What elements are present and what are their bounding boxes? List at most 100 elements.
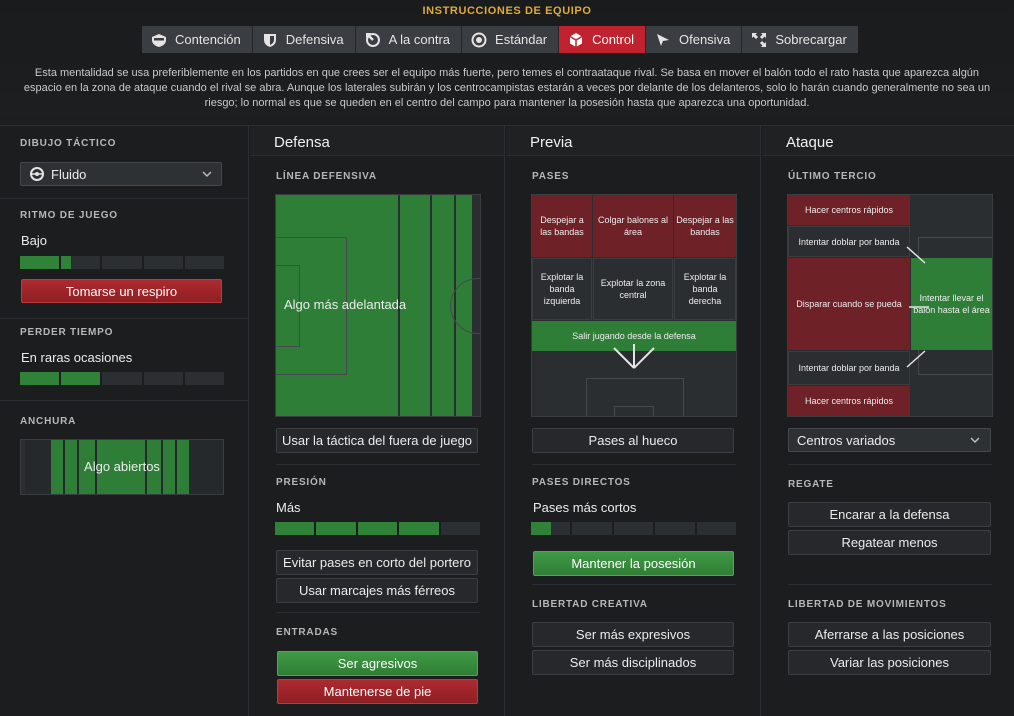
zone-explotar-izquierda[interactable]: Explotar la banda izquierda (532, 258, 592, 320)
zone-doblar-top[interactable]: Intentar doblar por banda (788, 226, 910, 257)
counter-icon (365, 32, 380, 47)
scale-segment (531, 522, 571, 535)
ultimo-tercio-pitch[interactable]: Hacer centros rápidos Intentar doblar po… (787, 194, 993, 417)
tab-label: Defensiva (285, 32, 344, 47)
zone-despejar-right[interactable]: Despejar a las bandas (674, 195, 736, 257)
arrows-out-icon (752, 32, 767, 47)
tab-label: A la contra (388, 32, 451, 47)
movimientos-label: LIBERTAD DE MOVIMIENTOS (788, 599, 947, 610)
presion-scale[interactable] (275, 522, 481, 535)
ser-expresivos-button[interactable]: Ser más expresivos (532, 622, 734, 647)
chevron-down-icon (202, 171, 212, 178)
divider (0, 198, 249, 199)
scale-segment (102, 372, 142, 385)
regatear-menos-button[interactable]: Regatear menos (788, 530, 991, 555)
scale-segment (61, 372, 101, 385)
directos-scale[interactable] (531, 522, 737, 535)
centros-value: Centros variados (797, 432, 896, 448)
previa-title: Previa (506, 126, 760, 156)
zone-despejar-left[interactable]: Despejar a las bandas (532, 195, 592, 257)
tab-label: Estándar (495, 32, 548, 47)
zone-doblar-bottom[interactable]: Intentar doblar por banda (788, 351, 910, 385)
cube-icon (569, 32, 583, 47)
scale-segment (20, 256, 60, 269)
divider (788, 584, 992, 585)
creativa-label: LIBERTAD CREATIVA (532, 599, 648, 610)
ritmo-scale[interactable] (20, 256, 225, 269)
scale-segment (572, 522, 612, 535)
mantener-posesion-button[interactable]: Mantener la posesión (533, 551, 734, 576)
entradas-label: ENTRADAS (276, 627, 338, 638)
tab-ofensiva[interactable]: Ofensiva (646, 26, 743, 53)
encarar-defensa-button[interactable]: Encarar a la defensa (788, 502, 991, 527)
zone-explotar-derecha[interactable]: Explotar la banda derecha (674, 258, 736, 320)
tab-contencion[interactable]: Contención (142, 26, 253, 53)
linea-value: Algo más adelantada (284, 297, 407, 312)
tab-defensiva[interactable]: Defensiva (252, 26, 356, 53)
centros-dropdown[interactable]: Centros variados (788, 428, 991, 452)
pases-pitch[interactable]: Despejar a las bandas Colgar balones al … (531, 194, 737, 417)
tab-label: Ofensiva (679, 32, 731, 47)
dibujo-value: Fluido (51, 166, 87, 182)
linea-defensiva-pitch[interactable]: Algo más adelantada (275, 194, 481, 417)
presion-value: Más (276, 500, 301, 515)
fuera-juego-button[interactable]: Usar la táctica del fuera de juego (276, 428, 478, 453)
mantenerse-pie-button[interactable]: Mantenerse de pie (277, 679, 478, 704)
zone-centros-rapidos-top[interactable]: Hacer centros rápidos (788, 195, 910, 225)
zone-explotar-centro[interactable]: Explotar la zona central (593, 258, 673, 320)
marcajes-ferreos-button[interactable]: Usar marcajes más férreos (276, 578, 478, 603)
divider (276, 464, 480, 465)
tab-label: Contención (175, 32, 241, 47)
divider (532, 584, 736, 585)
anchura-value: Algo abiertos (84, 459, 160, 474)
scale-fill (357, 522, 398, 535)
pases-hueco-button[interactable]: Pases al hueco (532, 428, 734, 453)
scale-segment (102, 256, 142, 269)
ataque-panel: Ataque ÚLTIMO TERCIO Hacer centros rápid… (762, 126, 1014, 716)
scale-segment (143, 372, 183, 385)
pitch-line (614, 406, 654, 416)
zone-centros-rapidos-bottom[interactable]: Hacer centros rápidos (788, 386, 910, 416)
perder-scale[interactable] (20, 372, 225, 385)
page-title: INSTRUCCIONES DE EQUIPO (422, 5, 592, 17)
scale-fill (316, 522, 356, 535)
scale-segment (316, 522, 356, 535)
ser-agresivos-button[interactable]: Ser agresivos (277, 651, 478, 676)
divider (0, 318, 249, 319)
mentality-description: Esta mentalidad se usa preferiblemente e… (23, 67, 991, 109)
tab-label: Sobrecargar (775, 32, 847, 47)
ser-disciplinados-button[interactable]: Ser más disciplinados (532, 650, 734, 675)
zone-disparar[interactable]: Disparar cuando se pueda (788, 258, 910, 350)
pitch-line (450, 278, 480, 334)
scale-fill (61, 256, 71, 269)
divider (0, 400, 249, 401)
aferrarse-posiciones-button[interactable]: Aferrarse a las posiciones (788, 622, 991, 647)
tercio-label: ÚLTIMO TERCIO (788, 171, 877, 182)
divider (788, 464, 992, 465)
dibujo-dropdown[interactable]: Fluido (20, 162, 222, 186)
tab-a-la-contra[interactable]: A la contra (355, 26, 463, 53)
divider (532, 464, 736, 465)
perder-label: PERDER TIEMPO (20, 327, 114, 338)
directos-value: Pases más cortos (533, 500, 637, 515)
scale-segment (184, 372, 225, 385)
target-icon (471, 32, 487, 47)
zone-colgar[interactable]: Colgar balones al área (593, 195, 673, 257)
scale-segment (143, 256, 183, 269)
ataque-title: Ataque (762, 126, 1014, 156)
variar-posiciones-button[interactable]: Variar las posiciones (788, 650, 991, 675)
tab-label: Control (592, 32, 634, 47)
anchura-selector[interactable]: Algo abiertos (20, 439, 224, 495)
scale-segment (357, 522, 398, 535)
perder-value: En raras ocasiones (21, 350, 133, 365)
tab-sobrecargar[interactable]: Sobrecargar (742, 26, 858, 53)
tomarse-respiro-button[interactable]: Tomarse un respiro (21, 279, 222, 303)
scale-fill (20, 256, 60, 269)
tab-estandar[interactable]: Estándar (462, 26, 560, 53)
left-panel: DIBUJO TÁCTICO Fluido RITMO DE JUEGO Baj… (0, 126, 249, 716)
tab-control[interactable]: Control (559, 26, 646, 53)
divider (276, 612, 480, 613)
evitar-pases-portero-button[interactable]: Evitar pases en corto del portero (276, 550, 478, 575)
pass-arrows-icon (613, 344, 655, 369)
directos-label: PASES DIRECTOS (532, 477, 631, 488)
